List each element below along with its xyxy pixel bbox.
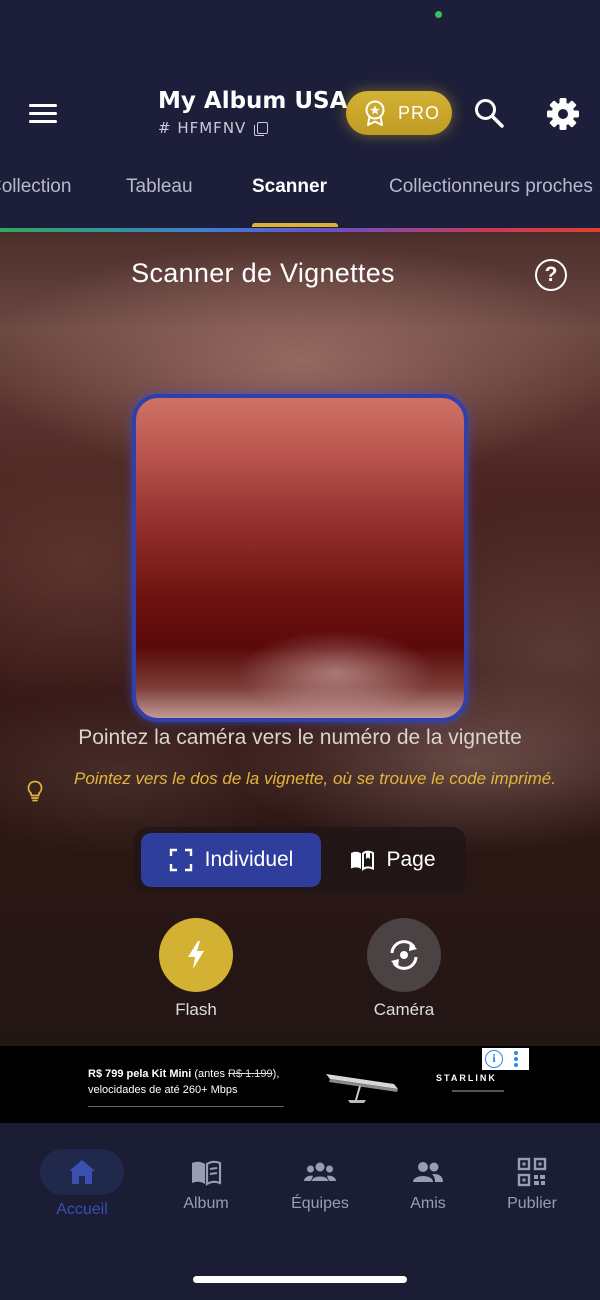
mode-page-label: Page — [386, 848, 436, 871]
switch-camera-button[interactable] — [367, 918, 441, 992]
nav-label-publier: Publier — [507, 1195, 557, 1212]
app-bar: My Album USA # HFMFNV PRO Collect — [0, 0, 600, 232]
nav-item-publier[interactable]: Publier — [477, 1123, 587, 1223]
ad-old-price: R$ 1.199 — [228, 1068, 273, 1080]
more-vertical-icon[interactable] — [514, 1051, 518, 1069]
tab-bar: Collection Tableau Scanner Collectionneu… — [0, 170, 600, 227]
camera-indicator-dot — [435, 11, 442, 18]
album-code-row[interactable]: # HFMFNV — [158, 119, 269, 137]
ad-product-image — [326, 1074, 398, 1103]
award-badge-icon — [365, 100, 385, 126]
tab-scanner[interactable]: Scanner — [252, 176, 327, 198]
search-icon[interactable] — [472, 96, 506, 130]
mode-page-button[interactable]: Page — [326, 833, 460, 887]
scan-instruction: Pointez la caméra vers le numéro de la v… — [78, 726, 522, 749]
camera-preview: Scanner de Vignettes ? Pointez la caméra… — [0, 232, 600, 1046]
camera-label: Caméra — [373, 1000, 435, 1019]
flash-bolt-icon — [188, 941, 204, 969]
scan-frame-icon — [169, 848, 192, 872]
ad-speed-line: velocidades de até 260+ Mbps — [88, 1084, 238, 1096]
switch-camera-icon — [390, 940, 418, 970]
tab-collectionneurs-proches[interactable]: Collectionneurs proches — [389, 176, 593, 198]
ad-brand: STARLINK — [436, 1073, 497, 1083]
nav-label-amis: Amis — [410, 1195, 446, 1212]
album-code: # HFMFNV — [158, 119, 247, 137]
app-title: My Album USA — [158, 88, 348, 114]
copy-icon[interactable] — [254, 121, 269, 136]
nav-label-album: Album — [183, 1195, 229, 1212]
info-icon[interactable]: i — [485, 1050, 503, 1068]
album-book-icon — [192, 1160, 222, 1186]
open-book-icon — [351, 850, 375, 871]
nav-item-album[interactable]: Album — [151, 1123, 261, 1223]
home-icon — [69, 1160, 95, 1184]
nav-item-accueil[interactable]: Accueil — [27, 1123, 137, 1223]
nav-label-equipes: Équipes — [291, 1195, 349, 1212]
help-icon[interactable]: ? — [535, 259, 567, 291]
active-tab-indicator — [252, 223, 338, 227]
ad-price: R$ 799 pela Kit Mini — [88, 1068, 192, 1080]
pro-label: PRO — [398, 102, 441, 123]
lightbulb-icon — [27, 780, 43, 802]
scan-hint: Pointez vers le dos de la vignette, où s… — [74, 769, 556, 788]
scan-mode-toggle: Individuel Page — [134, 827, 466, 893]
home-indicator[interactable] — [193, 1276, 407, 1283]
scan-target-frame — [132, 394, 468, 722]
friends-icon — [413, 1162, 443, 1182]
mode-individuel-label: Individuel — [204, 848, 294, 871]
flash-button[interactable] — [159, 918, 233, 992]
settings-gear-icon[interactable] — [545, 96, 581, 132]
ad-copy: R$ 799 pela Kit Mini (antes R$ 1.199), v… — [88, 1068, 280, 1096]
menu-icon[interactable] — [26, 98, 60, 128]
nav-item-equipes[interactable]: Équipes — [265, 1123, 375, 1223]
ad-banner[interactable]: R$ 799 pela Kit Mini (antes R$ 1.199), v… — [0, 1046, 600, 1123]
flash-label: Flash — [175, 1000, 217, 1019]
nav-item-amis[interactable]: Amis — [373, 1123, 483, 1223]
ad-choices[interactable]: i — [482, 1048, 529, 1070]
bottom-navigation: Accueil Album Équipes Amis Publier — [0, 1123, 600, 1300]
pro-button[interactable]: PRO — [346, 91, 452, 135]
tab-collection[interactable]: Collection — [0, 176, 71, 198]
nav-label-accueil: Accueil — [56, 1201, 108, 1218]
mode-individuel-button[interactable]: Individuel — [141, 833, 321, 887]
scanner-title: Scanner de Vignettes — [131, 258, 395, 288]
tab-tableau[interactable]: Tableau — [126, 176, 193, 198]
qr-code-icon — [517, 1157, 547, 1187]
teams-icon — [304, 1162, 336, 1181]
